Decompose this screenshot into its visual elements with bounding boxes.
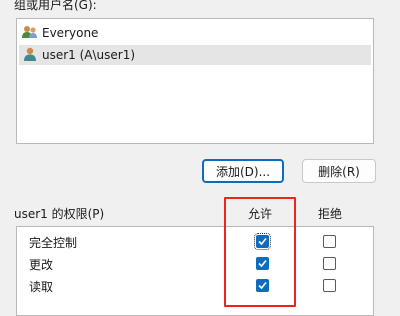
permission-name: 完全控制 <box>29 236 78 250</box>
group-icon <box>22 25 38 42</box>
user-icon <box>22 47 38 64</box>
permission-row-change: 更改 <box>17 253 373 275</box>
list-item-label: user1 (A\user1) <box>42 48 136 62</box>
group-or-user-label: 组或用户名(G): <box>14 0 97 12</box>
deny-checkbox[interactable] <box>323 257 336 270</box>
list-item-user1[interactable]: user1 (A\user1) <box>19 45 371 65</box>
deny-column-header: 拒绝 <box>318 207 343 221</box>
remove-button[interactable]: 删除(R) <box>302 159 376 183</box>
deny-checkbox[interactable] <box>323 279 336 292</box>
deny-checkbox[interactable] <box>323 235 336 248</box>
list-item-everyone[interactable]: Everyone <box>19 23 371 43</box>
permission-row-full-control: 完全控制 <box>17 231 373 253</box>
permissions-list: 完全控制 更改 读取 <box>16 226 374 316</box>
permissions-label: user1 的权限(P) <box>14 207 105 221</box>
user-list[interactable]: Everyone user1 (A\user1) <box>16 18 374 144</box>
permission-name: 更改 <box>29 258 54 272</box>
permission-row-read: 读取 <box>17 275 373 297</box>
add-button[interactable]: 添加(D)... <box>202 159 284 183</box>
list-item-label: Everyone <box>42 26 99 40</box>
highlight-frame <box>224 197 296 307</box>
permission-name: 读取 <box>29 280 54 294</box>
